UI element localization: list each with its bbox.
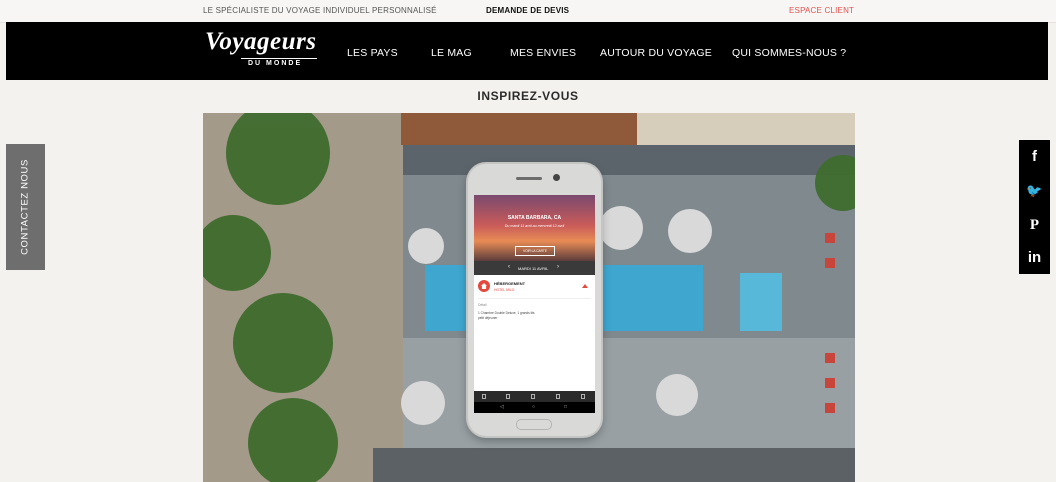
tab-camera-icon (556, 394, 560, 399)
nav-item-qui-sommes-nous[interactable]: QUI SOMMES-NOUS ? (732, 47, 846, 59)
app-dates: Du mardi 11 avril au mercredi 12 avril (504, 224, 565, 228)
android-nav-bar: ◁ ○ □ (474, 402, 595, 413)
tab-home-icon (482, 394, 486, 399)
app-city: SANTA BARBARA, CA (507, 215, 562, 221)
pinterest-icon: P (1029, 217, 1040, 233)
app-screen: SANTA BARBARA, CA Du mardi 11 avril au m… (474, 195, 595, 413)
caret-up-icon (582, 284, 588, 288)
tagline: LE SPÉCIALISTE DU VOYAGE INDIVIDUEL PERS… (203, 6, 437, 15)
chevron-right-icon: › (557, 264, 559, 270)
nav-item-pays[interactable]: LES PAYS (347, 47, 398, 59)
linkedin-button[interactable]: in (1019, 242, 1050, 274)
app-detail-text: 1 Chambre Double Deluxe, 1 grands lits p… (478, 311, 535, 320)
chevron-left-icon: ‹ (508, 264, 510, 270)
tab-doc-icon (506, 394, 510, 399)
nav-item-envies[interactable]: MES ENVIES (510, 47, 576, 59)
tab-pin-icon (531, 394, 535, 399)
app-day-bar: ‹ MARDI 11 AVRIL › (474, 261, 595, 275)
quote-request-link[interactable]: DEMANDE DE DEVIS (486, 6, 569, 15)
app-divider (478, 298, 591, 299)
facebook-icon: f (1032, 148, 1037, 165)
contact-tab-label: CONTACTEZ NOUS (19, 159, 31, 255)
nav-item-autour-du-voyage[interactable]: AUTOUR DU VOYAGE (600, 47, 712, 59)
logo-wordmark: Voyageurs (205, 28, 317, 55)
app-category: HÉBERGEMENT (494, 281, 526, 286)
home-circle-icon: ○ (532, 404, 536, 410)
main-navigation: Voyageurs DU MONDE LES PAYS LE MAG MES E… (6, 22, 1048, 80)
home-icon (478, 280, 490, 292)
app-detail-label: Détail (478, 303, 487, 307)
hero-video[interactable]: SANTA BARBARA, CA Du mardi 11 avril au m… (203, 113, 855, 482)
nav-item-mag[interactable]: LE MAG (431, 47, 472, 59)
app-map-button: VOIR LA CARTE (515, 246, 555, 256)
pinterest-button[interactable]: P (1019, 208, 1050, 242)
logo-subtitle: DU MONDE (248, 60, 303, 67)
client-area-link[interactable]: ESPACE CLIENT (789, 6, 854, 15)
facebook-button[interactable]: f (1019, 140, 1050, 174)
phone-home-key (516, 419, 552, 430)
recents-icon: □ (564, 404, 568, 410)
site-logo[interactable]: Voyageurs DU MONDE (205, 28, 325, 72)
tab-user-icon (581, 394, 585, 399)
contact-tab[interactable]: CONTACTEZ NOUS (6, 144, 45, 270)
top-utility-bar: LE SPÉCIALISTE DU VOYAGE INDIVIDUEL PERS… (0, 0, 1056, 23)
app-tab-bar (474, 391, 595, 402)
twitter-icon: 🐦 (1026, 183, 1043, 198)
page-title: INSPIREZ-VOUS (477, 89, 579, 103)
app-day: MARDI 11 AVRIL (518, 266, 549, 271)
phone-speaker (516, 177, 542, 180)
back-icon: ◁ (500, 404, 504, 410)
twitter-button[interactable]: 🐦 (1019, 174, 1050, 208)
phone-camera (553, 174, 560, 181)
linkedin-icon: in (1027, 249, 1042, 266)
logo-rule (241, 58, 317, 59)
smartphone-mockup: SANTA BARBARA, CA Du mardi 11 avril au m… (468, 164, 601, 436)
app-hotel: HOTEL MILO (494, 288, 515, 292)
